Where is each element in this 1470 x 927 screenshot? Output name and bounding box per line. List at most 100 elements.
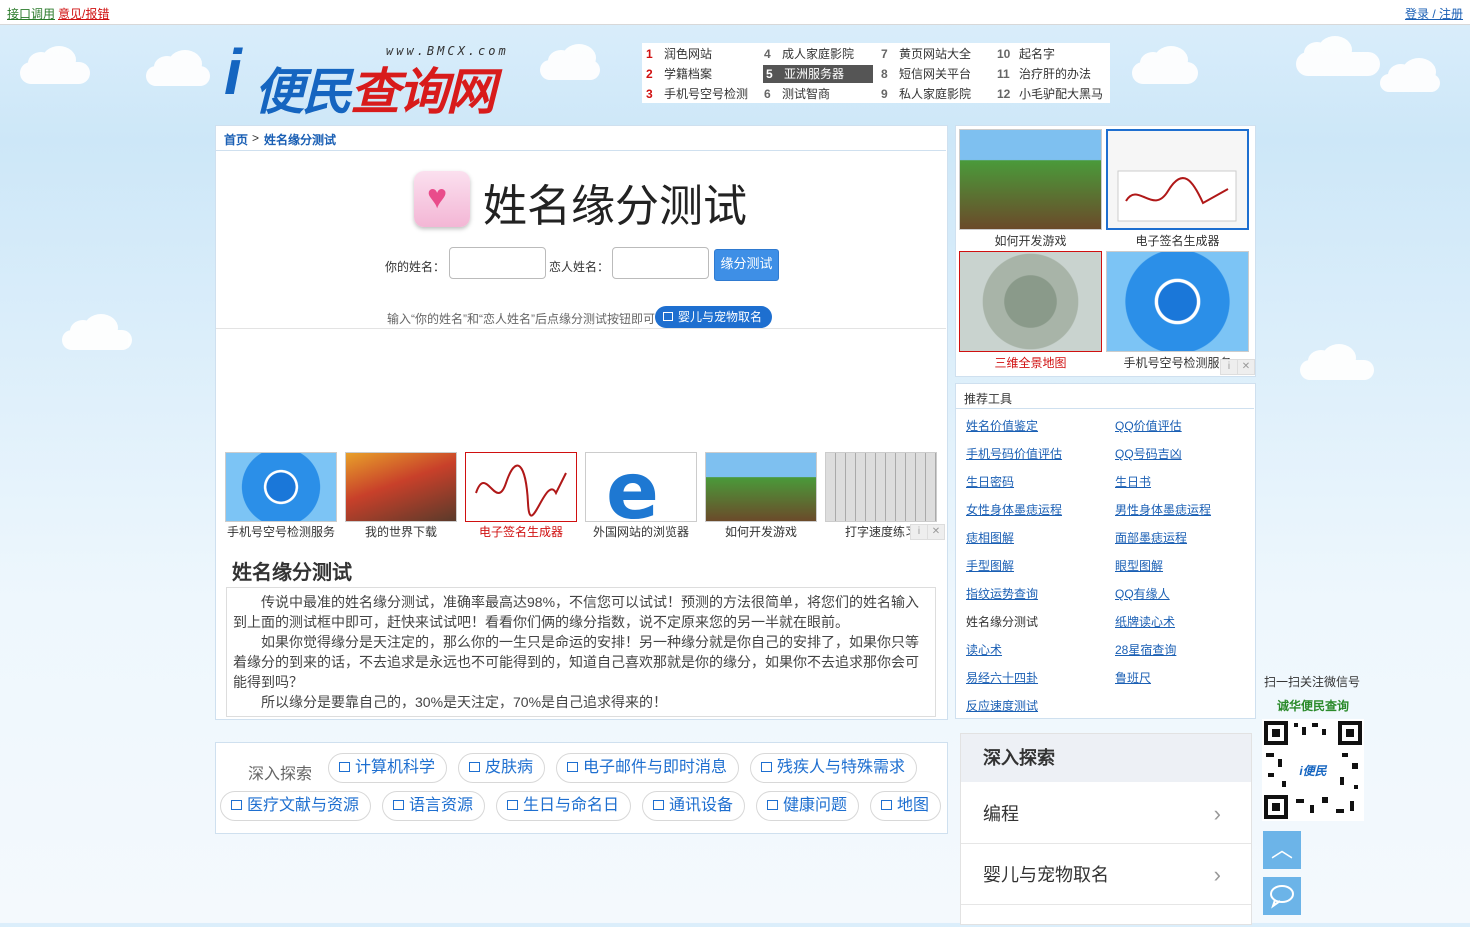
thumb-phone-check[interactable] [225,452,337,522]
rank-item[interactable]: 10 起名字 [997,45,1107,63]
recommend-tool-link[interactable]: 眼型图解 [1115,557,1163,574]
ad-info-icon[interactable]: i [910,524,928,540]
document-icon [767,800,778,810]
recommend-tool-link[interactable]: 女性身体墨痣运程 [966,501,1062,518]
explore-chip[interactable]: 地图 [870,791,942,821]
login-register-link[interactable]: 登录 / 注册 [1405,5,1463,22]
your-name-input[interactable] [449,247,546,279]
recommend-tool-link[interactable]: QQ号码吉凶 [1115,445,1182,462]
document-icon [761,762,772,772]
recommend-tool-link[interactable]: 手型图解 [966,557,1014,574]
qr-code-image: i便民 [1262,719,1364,821]
divider [216,328,946,329]
explore-chip[interactable]: 皮肤病 [458,753,546,783]
thumb-caption[interactable]: 外国网站的浏览器 [585,523,697,540]
recommend-header: 推荐工具 [956,384,1254,409]
recommend-tool-link[interactable]: QQ有缘人 [1115,585,1170,602]
explore-chip[interactable]: 生日与命名日 [496,791,632,821]
recommend-tool-link[interactable]: 姓名缘分测试 [966,613,1038,630]
rank-item[interactable]: 2 学籍档案 [646,65,756,83]
rank-item[interactable]: 11 治疗肝的办法 [997,65,1107,83]
recommend-tool-link[interactable]: 痣相图解 [966,529,1014,546]
back-to-top-button[interactable]: ︿ [1263,831,1301,869]
recommend-tool-link[interactable]: 指纹运势查询 [966,585,1038,602]
thumb-caption[interactable]: 手机号空号检测服务 [225,523,337,540]
rank-item[interactable]: 7 黄页网站大全 [881,45,991,63]
recommend-tool-link[interactable]: 面部墨痣运程 [1115,529,1187,546]
thumb-browser[interactable]: e [585,452,697,522]
chevron-right-icon: › [1213,801,1221,826]
document-icon [567,762,578,772]
recommend-tool-link[interactable]: 手机号码价值评估 [966,445,1062,462]
recommend-tool-link[interactable]: 生日书 [1115,473,1151,490]
article-paragraph: 所以缘分是要靠自己的，30%是天注定，70%是自己追求得来的！ [261,694,668,710]
recommend-tool-link[interactable]: 反应速度测试 [966,697,1038,714]
recommend-tool-link[interactable]: 男性身体墨痣运程 [1115,501,1211,518]
wechat-account-name: 诚华便民查询 [1277,699,1350,713]
recommend-tool-link[interactable]: 读心术 [966,641,1002,658]
side-thumb-game-dev[interactable] [959,129,1102,230]
thumb-caption[interactable]: 我的世界下载 [345,523,457,540]
rank-item[interactable]: 4 成人家庭影院 [764,45,874,63]
side-thumb-signature[interactable] [1106,129,1249,230]
explore-chip[interactable]: 语言资源 [382,791,486,821]
lover-name-label: 恋人姓名： [549,260,610,274]
cloud-decoration [1296,36,1380,76]
site-logo[interactable]: i www.BMCX.com 便民查询网 [224,36,524,120]
side-thumb-3d-map[interactable] [959,251,1102,352]
logo-mark: i [224,36,242,108]
rank-item[interactable]: 6 测试智商 [764,85,874,103]
thumb-caption[interactable]: 如何开发游戏 [705,523,817,540]
chat-button[interactable] [1263,877,1301,915]
recommend-tool-link[interactable]: QQ价值评估 [1115,417,1182,434]
test-button[interactable]: 缘分测试 [714,249,779,281]
explore-card-row[interactable]: 婴儿与宠物取名 › [961,845,1251,905]
recommend-tool-link[interactable]: 鲁班尺 [1115,669,1151,686]
rank-item[interactable]: 8 短信网关平台 [881,65,991,83]
side-thumb-phone-check[interactable] [1106,251,1249,352]
thumb-game-dev[interactable] [705,452,817,522]
feedback-link[interactable]: 意见/报错 [58,5,109,22]
top-bar: 接口调用 意见/报错 登录 / 注册 [0,0,1470,25]
breadcrumb-home[interactable]: 首页 [224,131,248,148]
explore-chip[interactable]: 医疗文献与资源 [220,791,372,821]
ad-info-icon[interactable]: i [1220,359,1238,375]
rank-item[interactable]: 9 私人家庭影院 [881,85,991,103]
ad-close-icon[interactable]: ✕ [1237,359,1255,375]
explore-chip[interactable]: 计算机科学 [328,753,448,783]
side-thumb-caption[interactable]: 电子签名生成器 [1106,232,1249,249]
explore-card-row[interactable]: 编程 › [961,784,1251,844]
thumb-typing[interactable] [825,452,937,522]
explore-chip[interactable]: 健康问题 [756,791,860,821]
thumb-signature[interactable] [465,452,577,522]
recommend-tool-link[interactable]: 姓名价值鉴定 [966,417,1038,434]
side-thumb-caption[interactable]: 如何开发游戏 [959,232,1102,249]
baby-pet-naming-pill[interactable]: 婴儿与宠物取名 [655,306,773,328]
thumb-minecraft[interactable] [345,452,457,522]
rank-item[interactable]: 3 手机号空号检测 [646,85,756,103]
cloud-decoration [146,50,210,86]
explore-chip[interactable]: 通讯设备 [642,791,746,821]
lover-name-input[interactable] [612,247,709,279]
recommend-tool-link[interactable]: 纸牌读心术 [1115,613,1175,630]
explore-card: 深入探索 编程 › 婴儿与宠物取名 › [960,733,1252,925]
recommend-tool-link[interactable]: 28星宿查询 [1115,641,1176,658]
explore-chip[interactable]: 电子邮件与即时消息 [556,753,740,783]
cloud-decoration [1380,58,1440,92]
ad-close-icon[interactable]: ✕ [927,524,945,540]
api-link[interactable]: 接口调用 [7,5,55,22]
cloud-decoration [540,44,600,80]
recommend-tool-link[interactable]: 易经六十四卦 [966,669,1038,686]
side-thumb-caption[interactable]: 三维全景地图 [959,354,1102,371]
thumb-caption[interactable]: 电子签名生成器 [465,523,577,540]
recommend-tool-link[interactable]: 生日密码 [966,473,1014,490]
rank-item-selected[interactable]: 5 亚洲服务器 [763,65,873,83]
rank-item[interactable]: 1 润色网站 [646,45,756,63]
explore-chip[interactable]: 残疾人与特殊需求 [750,753,918,783]
document-icon [653,800,664,810]
rank-item[interactable]: 12 小毛驴配大黑马 [997,85,1107,103]
cloud-decoration [20,46,90,84]
breadcrumb-current[interactable]: 姓名缘分测试 [264,131,336,148]
article-heading: 姓名缘分测试 [232,562,352,584]
recommend-title: 推荐工具 [964,392,1013,406]
